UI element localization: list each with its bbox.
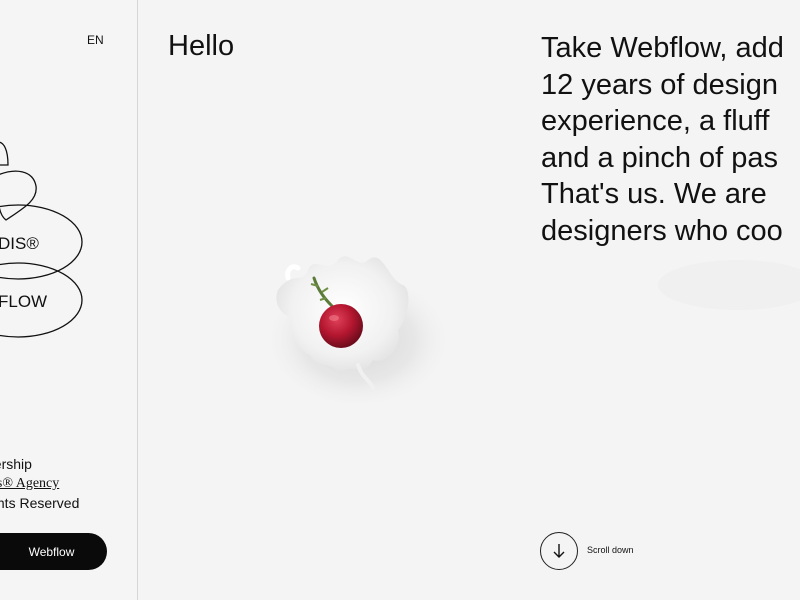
intro-line: experience, a fluff: [541, 105, 770, 137]
main-content: Hello Take Webflow, add 12 years of desi…: [138, 0, 800, 600]
sidebar: EN DIS® FLOW In nership dis® Agency ight…: [0, 0, 138, 600]
logo-heart: [0, 170, 37, 221]
arrow-down-icon: [553, 544, 565, 558]
sidebar-link-1[interactable]: In: [0, 435, 123, 455]
page-title: Hello: [168, 30, 235, 62]
sidebar-links: In nership dis® Agency ights Reserved: [0, 435, 137, 513]
intro-line: Take Webflow, add: [541, 32, 784, 64]
intro-line: and a pinch of pas: [541, 141, 779, 174]
webflow-cta-button[interactable]: Webflow: [0, 533, 107, 570]
intro-line: 12 years of design: [541, 68, 778, 101]
brand-logo[interactable]: DIS® FLOW: [0, 0, 137, 360]
cta-label: Webflow: [28, 544, 75, 559]
copyright-text: ights Reserved: [0, 494, 80, 511]
milk-splash-image: [263, 256, 448, 410]
scroll-down-button[interactable]: [540, 532, 578, 570]
sidebar-link-2[interactable]: nership: [0, 455, 123, 475]
scroll-down-label[interactable]: Scroll down: [587, 545, 634, 555]
intro-text: Take Webflow, add 12 years of design exp…: [541, 30, 800, 249]
agency-link[interactable]: dis® Agency: [0, 474, 123, 494]
logo-arch: [0, 141, 9, 166]
intro-line: That's us. We are: [541, 178, 767, 210]
logo-text-bottom: FLOW: [0, 292, 47, 311]
background-mist: [658, 260, 800, 310]
logo-text-top: DIS®: [0, 234, 39, 253]
